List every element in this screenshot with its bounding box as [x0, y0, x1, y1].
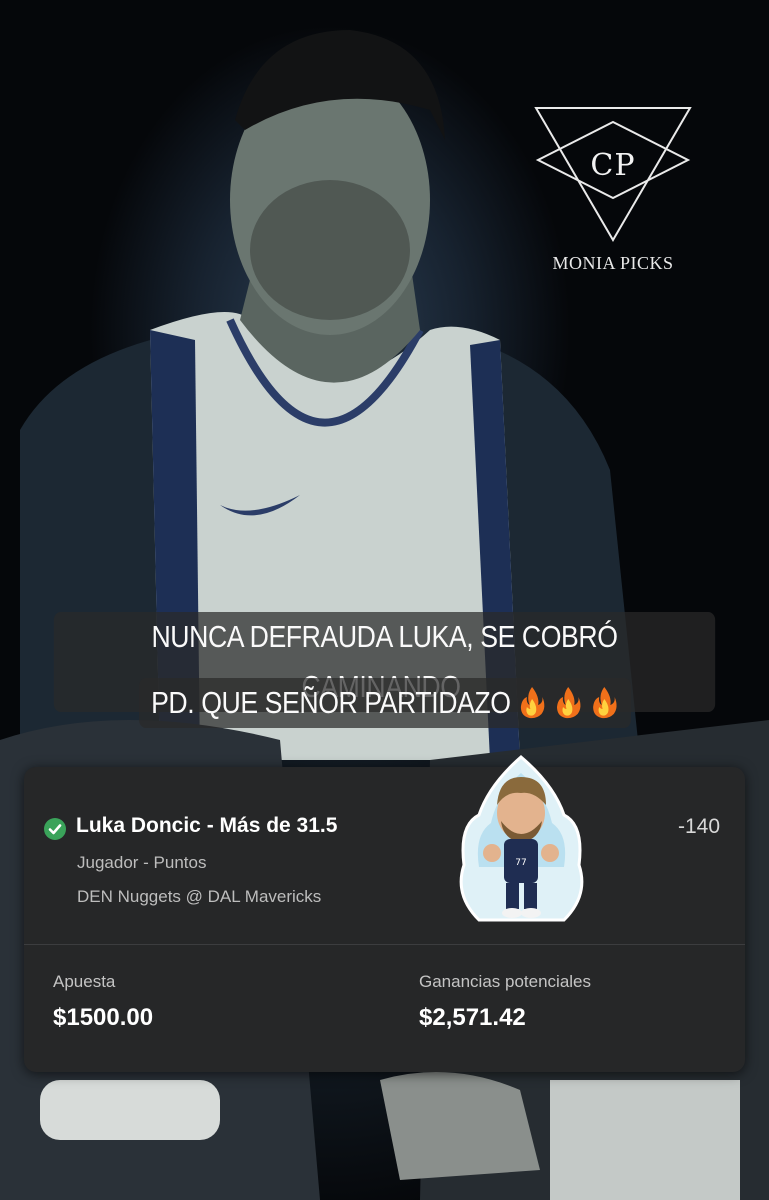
- bet-slip-card[interactable]: Luka Doncic - Más de 31.5 -140 Jugador -…: [24, 755, 745, 1072]
- caption-line-2-wrap: PD. QUE SEÑOR PARTIDAZO: [0, 678, 769, 728]
- logo-monogram: CP: [590, 148, 636, 183]
- card-divider: [24, 944, 745, 945]
- bet-game: DEN Nuggets @ DAL Mavericks: [77, 887, 322, 906]
- story-canvas: CP MONIA PICKS NUNCA DEFRAUDA LUKA, SE C…: [0, 0, 769, 1200]
- logo-name: MONIA PICKS: [552, 253, 674, 273]
- caption-line-2-box: PD. QUE SEÑOR PARTIDAZO: [138, 678, 631, 728]
- monia-picks-logo: CP MONIA PICKS: [528, 100, 698, 280]
- check-circle-icon: [44, 818, 66, 840]
- bet-selection: Luka Doncic - Más de 31.5: [76, 814, 338, 837]
- cartoon-player-sticker: 77: [459, 755, 584, 922]
- stake-value: $1500.00: [53, 1004, 154, 1031]
- stake-label: Apuesta: [53, 972, 116, 991]
- fire-icon: [517, 684, 546, 719]
- caption-line-2: PD. QUE SEÑOR PARTIDAZO: [150, 685, 511, 720]
- fire-icon: [589, 684, 618, 719]
- bet-odds: -140: [677, 815, 720, 838]
- fire-icon: [553, 684, 582, 719]
- bet-market: Jugador - Puntos: [77, 853, 207, 872]
- payout-value: $2,571.42: [419, 1004, 526, 1031]
- svg-text:77: 77: [515, 858, 526, 868]
- payout-label: Ganancias potenciales: [419, 972, 592, 991]
